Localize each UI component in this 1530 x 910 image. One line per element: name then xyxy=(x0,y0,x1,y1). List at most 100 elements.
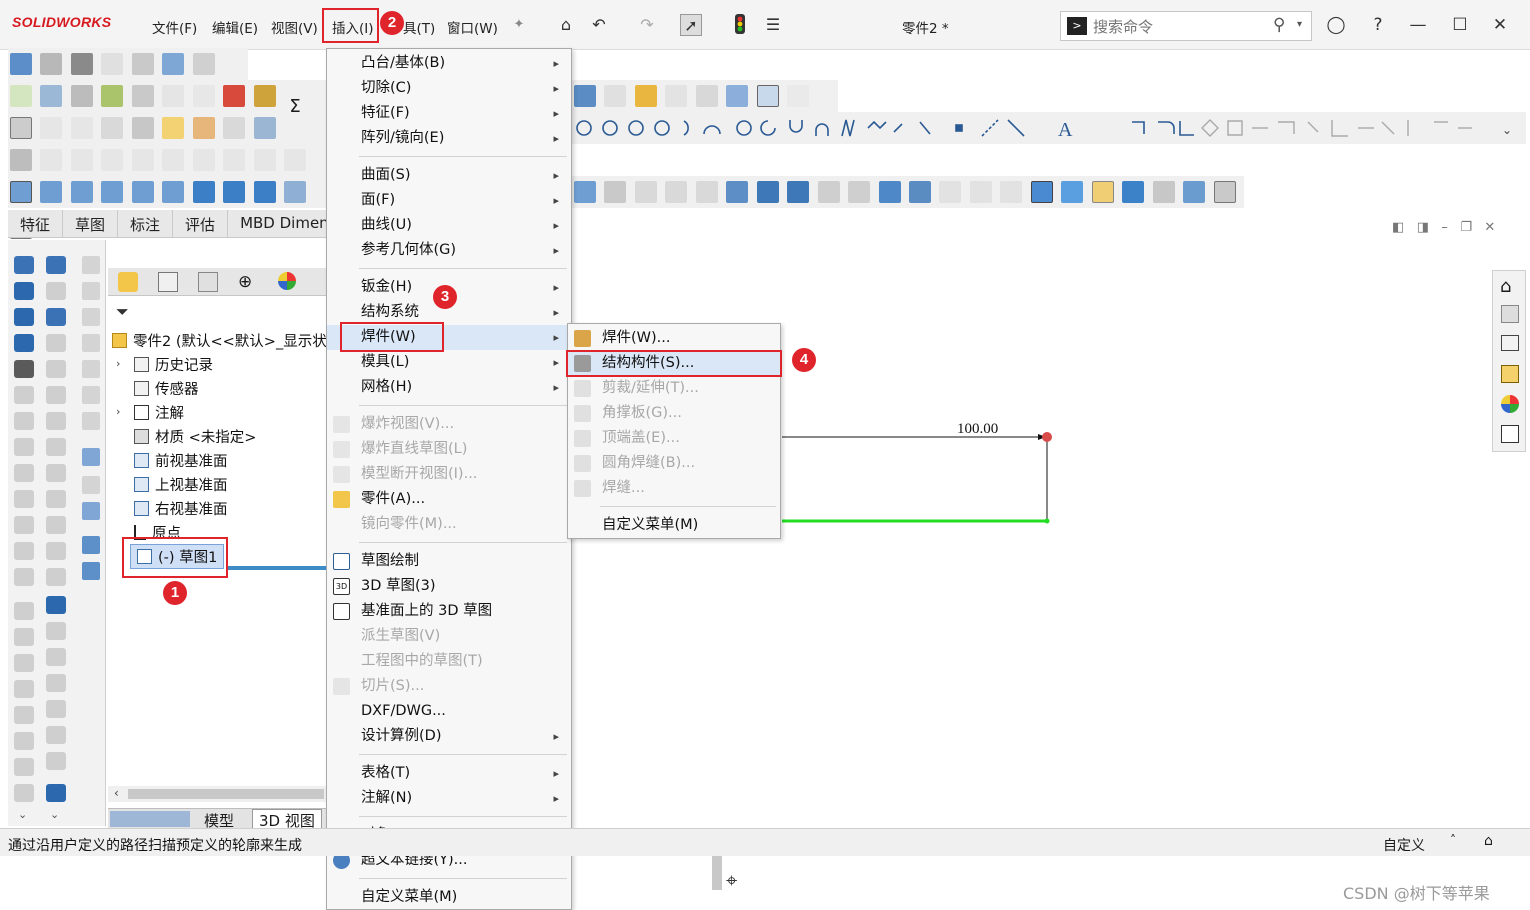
wireframe-icon[interactable] xyxy=(939,181,962,203)
view-right-icon[interactable] xyxy=(101,181,124,203)
expand-arrow-icon[interactable]: › xyxy=(116,357,120,370)
scrollbar-thumb[interactable] xyxy=(128,789,324,799)
hidden-lines-removed-icon[interactable] xyxy=(1000,181,1023,203)
menu-item-3d-sketch[interactable]: 3D 3D 草图(3) xyxy=(327,574,571,599)
tree-item-top-plane[interactable]: 上视基准面 xyxy=(134,474,228,495)
tag-icon[interactable]: ⌂ xyxy=(1484,833,1493,849)
line-icon[interactable] xyxy=(40,53,63,75)
menu-item-model-break-view[interactable]: 模型断开视图(I)... xyxy=(327,462,571,487)
menu-view[interactable]: 视图(V) xyxy=(271,17,318,37)
menu-item-explode-line-sketch[interactable]: 爆炸直线草图(L) xyxy=(327,437,571,462)
align-bottom-icon[interactable] xyxy=(223,149,246,171)
vertical-scrollbar-fragment[interactable] xyxy=(712,856,722,890)
appearances-icon[interactable] xyxy=(1501,395,1519,413)
menu-item-pattern-mirror[interactable]: 阵列/镜向(E) ▸ xyxy=(327,126,571,151)
chevron-down-icon[interactable]: ▾ xyxy=(1297,19,1302,30)
submenu-item-weldment[interactable]: 焊件(W)... xyxy=(568,326,780,351)
normal-to-icon[interactable] xyxy=(284,181,307,203)
rollback-bar[interactable] xyxy=(226,566,326,570)
sketch-3d-icon[interactable] xyxy=(70,117,93,139)
tab-3d-view[interactable]: 3D 视图 xyxy=(252,809,322,830)
sketch-endpoint[interactable] xyxy=(1042,432,1052,442)
scroll-left-icon[interactable]: ‹ xyxy=(114,786,119,800)
menu-file[interactable]: 文件(F) xyxy=(152,17,197,37)
menu-item-cut[interactable]: 切除(C) ▸ xyxy=(327,76,571,101)
gear-icon[interactable] xyxy=(253,85,276,107)
weld-icon[interactable] xyxy=(756,85,779,107)
crosshair-icon[interactable] xyxy=(695,85,718,107)
menu-edit[interactable]: 编辑(E) xyxy=(212,17,258,37)
property-manager-tab-icon[interactable] xyxy=(158,272,178,292)
tree-item-history[interactable]: 历史记录 xyxy=(134,354,213,375)
home-icon[interactable]: ⌂ xyxy=(1500,276,1511,297)
horizontal-scrollbar[interactable]: ‹ xyxy=(108,786,326,802)
menu-item-boss-base[interactable]: 凸台/基体(B) ▸ xyxy=(327,51,571,76)
axis-icon[interactable] xyxy=(70,53,93,75)
trimetric-icon[interactable] xyxy=(223,181,246,203)
file-explorer-icon[interactable] xyxy=(1501,335,1519,351)
inspect-icon[interactable] xyxy=(101,85,124,107)
zoom-area-icon[interactable] xyxy=(604,181,627,203)
maximize-button[interactable]: ☐ xyxy=(1446,12,1474,38)
rapid-sketch-icon[interactable] xyxy=(223,117,246,139)
tab-nav-arrows[interactable] xyxy=(110,811,190,827)
tree-item-annotations[interactable]: 注解 xyxy=(134,402,184,423)
submenu-item-weld-bead[interactable]: 焊缝... xyxy=(568,476,780,501)
pan-icon[interactable] xyxy=(817,181,840,203)
view-top-icon[interactable] xyxy=(131,181,154,203)
search-commands-box[interactable]: > ⚲ ▾ xyxy=(1060,11,1312,41)
search-input[interactable] xyxy=(1093,17,1263,37)
width-dim-icon[interactable] xyxy=(40,149,63,171)
measure-icon[interactable] xyxy=(162,53,185,75)
solidworks-logo[interactable]: SOLIDWORKS xyxy=(12,14,111,30)
menu-item-surface[interactable]: 曲面(S) ▸ xyxy=(327,163,571,188)
view-left-icon[interactable] xyxy=(70,181,93,203)
menu-item-molds[interactable]: 模具(L) ▸ xyxy=(327,350,571,375)
tool-icon[interactable] xyxy=(40,85,63,107)
tree-item-material[interactable]: 材质 <未指定> xyxy=(134,426,256,447)
mate-icon[interactable] xyxy=(131,53,154,75)
view-back-icon[interactable] xyxy=(40,181,63,203)
tab-evaluate[interactable]: 评估 xyxy=(173,210,229,238)
menu-item-3d-sketch-on-plane[interactable]: 基准面上的 3D 草图 xyxy=(327,599,571,624)
point-icon[interactable] xyxy=(101,53,124,75)
view-orientation-icon[interactable] xyxy=(908,181,931,203)
submenu-item-customize-menu[interactable]: 自定义菜单(M) xyxy=(568,513,780,538)
menu-item-dxf-dwg[interactable]: DXF/DWG... xyxy=(327,699,571,724)
menu-item-mirror-part[interactable]: 镜向零件(M)... xyxy=(327,512,571,537)
menu-item-features[interactable]: 特征(F) ▸ xyxy=(327,101,571,126)
sketch-entities-strip[interactable]: A ⌄ xyxy=(572,112,1526,144)
pin-icon[interactable]: ✦ xyxy=(508,14,530,36)
spell-check-icon[interactable] xyxy=(10,85,32,107)
help-icon[interactable]: ? xyxy=(1364,12,1392,38)
balance-icon[interactable] xyxy=(131,85,154,107)
export-icon[interactable] xyxy=(162,85,185,107)
menu-item-curve[interactable]: 曲线(U) ▸ xyxy=(327,213,571,238)
grid-icon[interactable] xyxy=(40,117,63,139)
tab-mbd-dimensions[interactable]: MBD Dimen xyxy=(228,210,342,238)
crosshair-icon[interactable]: ⌖ xyxy=(726,868,737,892)
spacing-icon[interactable] xyxy=(253,149,276,171)
custom-properties-icon[interactable] xyxy=(1501,425,1519,443)
sketch-plane-3d-icon[interactable] xyxy=(101,117,124,139)
align-left-icon[interactable] xyxy=(101,149,124,171)
shadows-icon[interactable] xyxy=(1183,181,1206,203)
view-bottom-icon[interactable] xyxy=(162,181,185,203)
home-icon[interactable]: ⌂ xyxy=(555,14,577,36)
menu-window[interactable]: 窗口(W) xyxy=(447,17,498,37)
configuration-manager-tab-icon[interactable] xyxy=(198,272,218,292)
menu-item-mesh[interactable]: 网格(H) ▸ xyxy=(327,375,571,400)
zoom-in-icon[interactable] xyxy=(634,181,657,203)
smart-dimension-icon[interactable] xyxy=(162,117,185,139)
distribute-icon[interactable] xyxy=(162,149,185,171)
previous-view-icon[interactable] xyxy=(726,181,749,203)
appearance-icon[interactable] xyxy=(1091,181,1114,203)
menu-item-reference-geometry[interactable]: 参考几何体(G) ▸ xyxy=(327,238,571,263)
menu-tools[interactable]: 具(T) xyxy=(403,17,435,37)
rebuild-traffic-light-icon[interactable] xyxy=(729,14,751,36)
menu-item-derived-sketch[interactable]: 派生草图(V) xyxy=(327,624,571,649)
zoom-out-icon[interactable] xyxy=(665,181,688,203)
dimetric-icon[interactable] xyxy=(253,181,276,203)
view-palette-icon[interactable] xyxy=(1501,365,1519,383)
minimize-button[interactable]: — xyxy=(1404,12,1432,38)
